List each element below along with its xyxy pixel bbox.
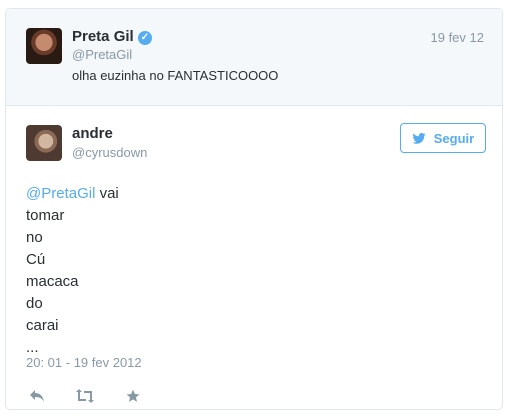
quoted-author-handle[interactable]: @PretaGil bbox=[72, 47, 132, 63]
tweet-card: Preta Gil ✓ @PretaGil 19 fev 12 olha euz… bbox=[5, 8, 503, 410]
tweet-line-2: tomar bbox=[26, 207, 65, 224]
tweet-text: @PretaGil vai tomar no Cú macaca do cara… bbox=[26, 183, 119, 359]
tweet-actions bbox=[28, 386, 142, 406]
avatar[interactable] bbox=[26, 28, 62, 64]
tweet-line-7: carai bbox=[26, 317, 59, 334]
mention-link[interactable]: @PretaGil bbox=[26, 185, 95, 202]
twitter-bird-icon bbox=[412, 132, 426, 144]
star-icon[interactable] bbox=[124, 388, 142, 404]
quoted-date[interactable]: 19 fev 12 bbox=[431, 30, 485, 46]
tweet-line-4: Cú bbox=[26, 251, 46, 268]
tweet-line-text: vai bbox=[99, 185, 119, 202]
retweet-icon[interactable] bbox=[76, 388, 94, 404]
tweet-timestamp[interactable]: 20: 01 - 19 fev 2012 bbox=[26, 355, 142, 371]
follow-button[interactable]: Seguir bbox=[400, 123, 486, 153]
author-handle[interactable]: @cyrusdown bbox=[72, 145, 147, 161]
avatar[interactable] bbox=[26, 125, 62, 161]
tweet-line-5: macaca bbox=[26, 273, 79, 290]
follow-button-label: Seguir bbox=[433, 130, 475, 146]
reply-icon[interactable] bbox=[28, 388, 46, 404]
verified-badge-icon: ✓ bbox=[138, 31, 152, 45]
quoted-tweet[interactable]: Preta Gil ✓ @PretaGil 19 fev 12 olha euz… bbox=[6, 9, 502, 106]
quoted-author-name[interactable]: Preta Gil bbox=[72, 28, 134, 46]
author-name[interactable]: andre bbox=[72, 125, 113, 143]
tweet-line-1: @PretaGil vai bbox=[26, 183, 119, 205]
tweet-line-3: no bbox=[26, 229, 43, 246]
tweet-line-6: do bbox=[26, 295, 43, 312]
quoted-text: olha euzinha no FANTASTICOOOO bbox=[72, 68, 279, 83]
